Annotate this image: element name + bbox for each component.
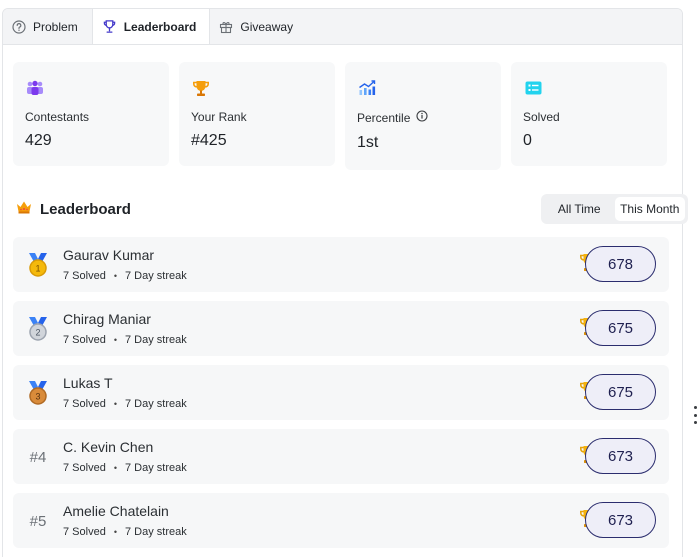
contestant-name: Amelie Chatelain [63, 503, 169, 519]
stat-value: #425 [191, 132, 227, 149]
filter-all-time[interactable]: All Time [544, 197, 615, 221]
contestant-meta: 7 Solved • 7 Day streak [63, 398, 187, 410]
contestant-meta: 7 Solved • 7 Day streak [63, 462, 187, 474]
stat-card-contestants: Contestants 429 [13, 62, 169, 166]
list-icon [523, 78, 543, 98]
solved-count: 7 Solved [63, 270, 106, 282]
contestant-meta: 7 Solved • 7 Day streak [63, 334, 187, 346]
leaderboard-title-row: Leaderboard [16, 200, 131, 218]
crown-icon [16, 200, 32, 218]
silver-medal-icon: 2 [25, 315, 51, 343]
leaderboard-row[interactable]: 3 Lukas T 7 Solved • 7 Day streak 675 [13, 365, 669, 420]
tab-problem-label: Problem [33, 19, 78, 34]
gift-icon [219, 20, 233, 34]
kebab-dot [693, 406, 697, 409]
separator: • [113, 463, 117, 473]
filter-this-month[interactable]: This Month [614, 197, 685, 221]
day-streak: 7 Day streak [124, 462, 187, 474]
svg-text:3: 3 [35, 392, 40, 402]
solved-count: 7 Solved [63, 526, 106, 538]
contestant-meta: 7 Solved • 7 Day streak [63, 270, 187, 282]
bronze-medal-icon: 3 [25, 379, 51, 407]
svg-text:1: 1 [35, 264, 40, 274]
day-streak: 7 Day streak [124, 270, 187, 282]
tab-giveaway-label: Giveaway [240, 19, 294, 34]
contestant-name: Lukas T [63, 375, 113, 391]
users-icon [25, 78, 45, 98]
contestant-name: Chirag Maniar [63, 311, 151, 327]
solved-count: 7 Solved [63, 462, 106, 474]
day-streak: 7 Day streak [124, 398, 187, 410]
stat-value: 1st [357, 134, 379, 151]
info-icon[interactable] [416, 110, 428, 125]
tab-problem[interactable]: Problem [3, 9, 92, 44]
trend-chart-icon [357, 78, 377, 98]
trophy-icon [191, 78, 211, 98]
score-badge: 673 [585, 438, 656, 474]
rank-number: #4 [29, 448, 47, 466]
solved-count: 7 Solved [63, 398, 106, 410]
stat-value: 429 [25, 132, 52, 149]
stat-label: Solved [523, 110, 560, 124]
more-options-icon[interactable] [692, 406, 698, 424]
stat-label-row: Percentile [357, 110, 489, 125]
leaderboard-row[interactable]: 2 Chirag Maniar 7 Solved • 7 Day streak … [13, 301, 669, 356]
tab-leaderboard[interactable]: Leaderboard [91, 9, 211, 44]
score-badge: 675 [585, 310, 656, 346]
contestant-meta: 7 Solved • 7 Day streak [63, 526, 187, 538]
tab-giveaway[interactable]: Giveaway [210, 9, 307, 44]
day-streak: 7 Day streak [124, 526, 187, 538]
leaderboard-row[interactable]: #5 Amelie Chatelain 7 Solved • 7 Day str… [13, 493, 669, 548]
leaderboard-list: 1 Gaurav Kumar 7 Solved • 7 Day streak 6… [13, 237, 669, 557]
separator: • [113, 335, 117, 345]
stat-card-percentile: Percentile 1st [345, 62, 501, 170]
tab-leaderboard-label: Leaderboard [123, 19, 197, 34]
leaderboard-row[interactable]: #4 C. Kevin Chen 7 Solved • 7 Day streak… [13, 429, 669, 484]
stat-card-solved: Solved 0 [511, 62, 667, 166]
stat-label: Your Rank [191, 110, 247, 124]
separator: • [113, 271, 117, 281]
separator: • [113, 527, 117, 537]
score-badge: 675 [585, 374, 656, 410]
svg-text:2: 2 [35, 328, 40, 338]
contestant-name: C. Kevin Chen [63, 439, 154, 455]
stat-label: Percentile [357, 110, 411, 125]
solved-count: 7 Solved [63, 334, 106, 346]
score-badge: 673 [585, 502, 656, 538]
leaderboard-header: Leaderboard All Time This Month [16, 194, 688, 228]
leaderboard-title: Leaderboard [40, 200, 131, 218]
trophy-icon [102, 19, 117, 34]
stat-label: Contestants [25, 110, 90, 124]
rank-number: #5 [29, 512, 47, 530]
score-badge: 678 [585, 246, 656, 282]
stats-row: Contestants 429 Your Rank #425 Percentil… [13, 62, 667, 170]
contestant-name: Gaurav Kumar [63, 247, 155, 263]
kebab-dot [693, 421, 697, 424]
leaderboard-row[interactable]: 1 Gaurav Kumar 7 Solved • 7 Day streak 6… [13, 237, 669, 292]
tab-bar: Problem Leaderboard Giveaway [3, 9, 682, 45]
stat-card-your-rank: Your Rank #425 [179, 62, 335, 166]
day-streak: 7 Day streak [124, 334, 187, 346]
time-filter-toggle: All Time This Month [541, 194, 688, 224]
help-circle-icon [12, 19, 26, 34]
gold-medal-icon: 1 [25, 251, 51, 279]
kebab-dot [693, 413, 697, 417]
stat-value: 0 [523, 132, 532, 149]
separator: • [113, 399, 117, 409]
